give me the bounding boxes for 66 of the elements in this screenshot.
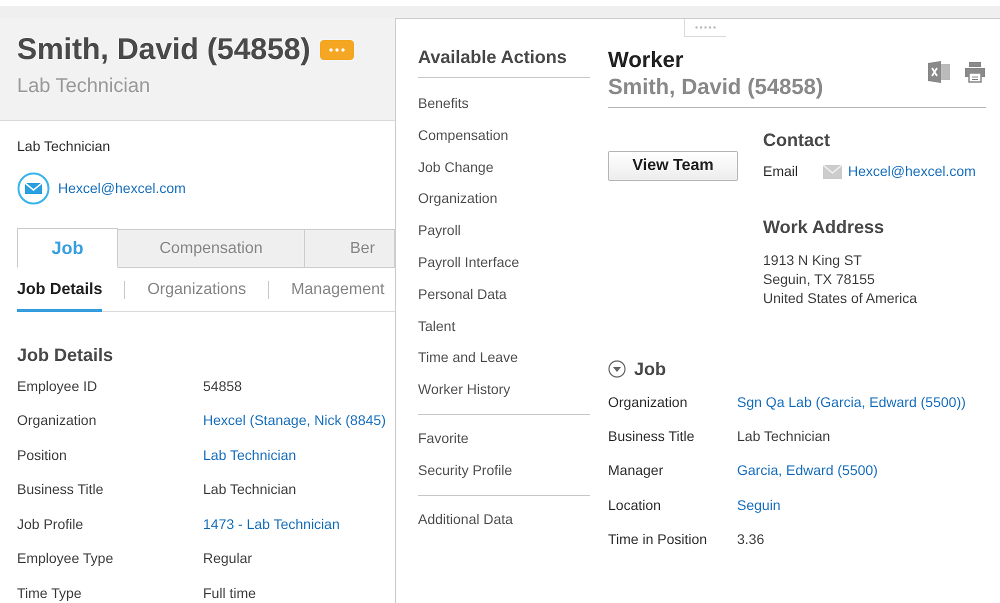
field-link[interactable]: Hexcel (Stanage, Nick (8845) xyxy=(203,410,386,432)
field-value: Full time xyxy=(203,584,256,603)
field-label: Organization xyxy=(608,392,688,412)
email-link[interactable]: Hexcel@hexcel.com xyxy=(848,161,976,182)
drag-handle[interactable] xyxy=(684,19,726,37)
field-value: 54858 xyxy=(203,376,242,396)
action-menu-item[interactable]: Favorite xyxy=(418,422,469,455)
action-menu-item[interactable]: Security Profile xyxy=(418,454,512,487)
field-label: Time Type xyxy=(17,584,83,603)
print-icon[interactable] xyxy=(964,61,986,83)
field-label: Email xyxy=(763,162,800,181)
section-heading: Job xyxy=(634,358,666,380)
field-link[interactable]: Lab Technician xyxy=(203,444,296,466)
action-menu-item[interactable]: Payroll Interface xyxy=(418,246,520,279)
field-link[interactable]: Seguin xyxy=(737,494,781,516)
collapse-toggle-icon[interactable] xyxy=(608,360,626,378)
action-menu-item[interactable]: Payroll xyxy=(418,215,461,247)
field-link[interactable]: Sgn Qa Lab (Garcia, Edward (5500)) xyxy=(737,392,966,413)
field-label: Position xyxy=(17,446,68,465)
field-label: Employee Type xyxy=(17,549,114,568)
ellipsis-icon xyxy=(329,48,346,52)
subtab[interactable]: Job Details xyxy=(17,268,102,312)
field-value: 3.36 xyxy=(737,530,764,549)
field-label: Employee ID xyxy=(17,376,98,396)
action-menu-item[interactable]: Worker History xyxy=(418,374,510,406)
worker-name: Smith, David (54858) xyxy=(608,73,824,101)
subtab[interactable]: Organizations xyxy=(147,268,246,312)
action-menu-item[interactable]: Additional Data xyxy=(418,504,513,536)
field-link[interactable]: 1473 - Lab Technician xyxy=(203,514,340,535)
section-heading: Contact xyxy=(763,129,831,151)
field-label: Business Title xyxy=(608,426,696,446)
excel-export-icon[interactable] xyxy=(928,61,952,83)
action-menu-item[interactable]: Personal Data xyxy=(418,278,507,311)
action-menu-item[interactable]: Talent xyxy=(418,310,456,342)
action-menu-item[interactable]: Benefits xyxy=(418,88,469,120)
panel-title: Worker xyxy=(608,47,684,73)
section-heading: Job Details xyxy=(17,344,114,366)
field-label: Business Title xyxy=(17,480,104,500)
field-label: Location xyxy=(608,496,662,515)
field-value: Lab Technician xyxy=(203,480,296,500)
section-heading: Work Address xyxy=(763,216,886,238)
field-value: Lab Technician xyxy=(737,426,830,446)
field-value: Regular xyxy=(203,549,252,568)
email-icon xyxy=(17,172,50,205)
address-line: Seguin, TX 78155 xyxy=(763,270,876,289)
subtab[interactable]: Management xyxy=(291,268,384,312)
business-title: Lab Technician xyxy=(17,138,112,154)
more-actions-button[interactable] xyxy=(320,40,354,60)
field-link[interactable]: Garcia, Edward (5500) xyxy=(737,460,878,482)
action-menu-item[interactable]: Organization xyxy=(418,183,498,216)
address-line: 1913 N King ST xyxy=(763,251,863,270)
envelope-icon xyxy=(823,164,842,178)
field-label: Job Profile xyxy=(17,514,84,534)
action-menu-item[interactable]: Time and Leave xyxy=(418,342,518,374)
field-label: Organization xyxy=(17,411,98,430)
view-team-button[interactable]: View Team xyxy=(608,151,738,181)
field-label: Time in Position xyxy=(608,530,708,549)
action-menu-item[interactable]: Compensation xyxy=(418,120,508,152)
job-title: Lab Technician xyxy=(17,74,152,98)
actions-heading: Available Actions xyxy=(418,46,590,78)
address-line: United States of America xyxy=(763,289,918,308)
field-label: Manager xyxy=(608,461,664,480)
worker-name: Smith, David (54858) xyxy=(17,32,310,68)
email-link[interactable]: Hexcel@hexcel.com xyxy=(58,178,186,199)
grip-icon xyxy=(694,26,716,29)
action-menu-item[interactable]: Job Change xyxy=(418,152,494,184)
